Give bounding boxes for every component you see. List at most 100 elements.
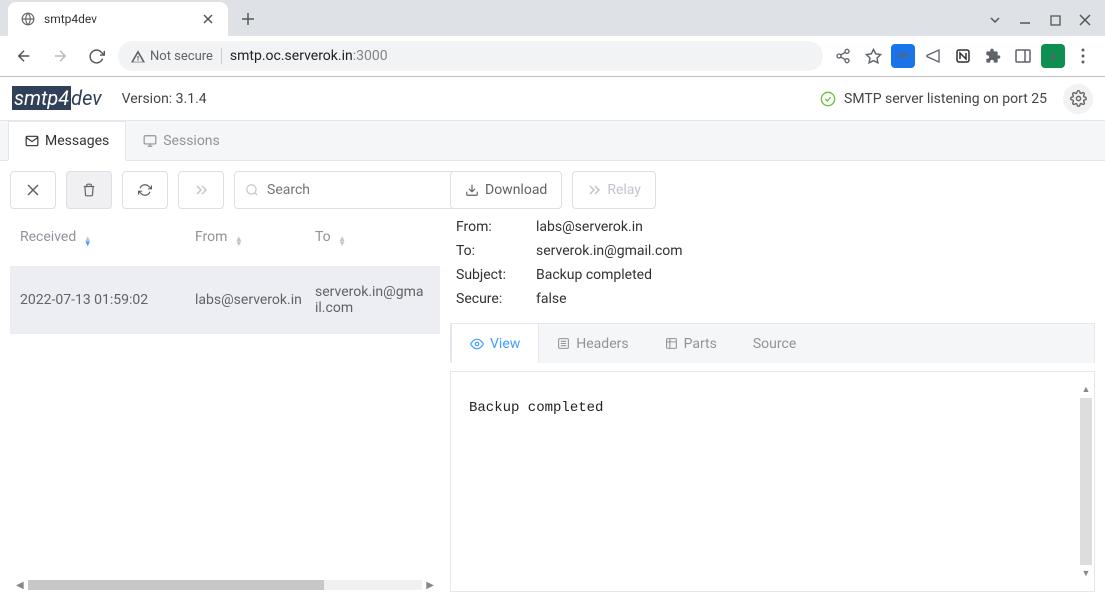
address-bar[interactable]: Not secure smtp.oc.serverok.in:3000 [118,41,823,71]
vertical-scrollbar[interactable]: ▲ ▼ [1080,384,1092,579]
relay-icon [587,184,601,196]
cell-from: labs@serverok.in [195,292,315,308]
window-controls [983,8,1097,32]
tab-sessions-label: Sessions [163,133,220,149]
download-button[interactable]: Download [450,171,562,209]
column-to[interactable]: To ▲▼ [315,229,430,246]
scroll-up-icon[interactable]: ▲ [1082,384,1091,395]
sort-icon: ▲▼ [235,236,243,246]
view-tab-view[interactable]: View [451,323,539,363]
column-from[interactable]: From ▲▼ [195,229,315,246]
main-content: Received ▲▼ From ▲▼ To ▲▼ 2022-07-13 01:… [0,161,1105,602]
new-tab-button[interactable] [234,5,262,33]
share-icon[interactable] [831,44,855,68]
cell-received: 2022-07-13 01:59:02 [20,292,195,308]
message-meta: From: labs@serverok.in To: serverok.in@g… [450,217,1095,309]
not-secure-indicator[interactable]: Not secure [130,49,213,64]
checkmark-icon [820,91,836,107]
maximize-icon[interactable] [1043,8,1067,32]
sidepanel-icon[interactable] [1011,44,1035,68]
to-value: serverok.in@gmail.com [536,243,1089,259]
extension-megaphone-icon[interactable] [921,44,945,68]
cell-to: serverok.in@gmail.com [315,284,430,316]
view-tabs: View Headers Parts Source [450,323,1095,363]
table-row[interactable]: 2022-07-13 01:59:02 labs@serverok.in ser… [10,266,440,334]
kebab-menu-icon[interactable] [1071,44,1095,68]
scroll-right-icon[interactable]: ▶ [426,580,434,591]
subject-label: Subject: [456,267,528,283]
clear-button[interactable] [10,171,56,209]
url-text: smtp.oc.serverok.in:3000 [230,48,388,64]
list-toolbar [10,171,440,209]
sort-icon: ▲▼ [84,236,92,246]
from-label: From: [456,219,528,235]
tab-sessions[interactable]: Sessions [126,121,237,160]
app-logo: smtp4dev [12,86,102,111]
view-tab-source[interactable]: Source [735,324,814,363]
tab-messages[interactable]: Messages [8,121,126,161]
tab-strip: smtp4dev [0,0,1105,36]
divider [221,48,222,64]
message-detail-pane: Download Relay From: labs@serverok.in To… [450,171,1095,592]
settings-button[interactable] [1063,84,1093,114]
relay-button[interactable]: Relay [572,171,656,209]
app-header: smtp4dev Version: 3.1.4 SMTP server list… [0,77,1105,121]
monitor-icon [143,134,157,148]
scroll-thumb[interactable] [28,580,324,590]
secure-label: Secure: [456,291,528,307]
refresh-button[interactable] [122,171,168,209]
view-tab-parts[interactable]: Parts [647,324,735,363]
scroll-down-icon[interactable]: ▼ [1082,568,1091,579]
browser-chrome: smtp4dev Not secure smtp.oc.serverok.i [0,0,1105,77]
app-tabs: Messages Sessions [0,121,1105,161]
extension-notion-icon[interactable] [951,44,975,68]
to-label: To: [456,243,528,259]
tab-messages-label: Messages [45,133,109,149]
version-label: Version: 3.1.4 [122,91,207,107]
browser-tab[interactable]: smtp4dev [8,2,228,36]
subject-value: Backup completed [536,267,1089,283]
detail-toolbar: Download Relay [450,171,1095,209]
scroll-left-icon[interactable]: ◀ [16,580,24,591]
table-header: Received ▲▼ From ▲▼ To ▲▼ [10,217,440,258]
globe-icon [20,11,36,27]
scroll-track[interactable] [1080,398,1092,565]
parts-icon [665,337,678,350]
message-body: Backup completed ▲ ▼ [450,371,1095,592]
close-icon[interactable] [1073,8,1097,32]
horizontal-scrollbar[interactable]: ◀ ▶ [10,578,440,592]
view-tab-headers[interactable]: Headers [539,324,646,363]
delete-button[interactable] [66,171,112,209]
toolbar-right: on s [831,44,1095,68]
tab-close-icon[interactable] [200,11,216,27]
scroll-track[interactable] [28,580,423,590]
bookmark-icon[interactable] [861,44,885,68]
search-field[interactable] [267,182,445,198]
mail-icon [25,134,39,148]
download-icon [465,183,479,197]
reload-button[interactable] [82,42,110,70]
secure-value: false [536,291,1089,307]
eye-icon [470,337,484,351]
browser-toolbar: Not secure smtp.oc.serverok.in:3000 on s [0,36,1105,76]
extensions-icon[interactable] [981,44,1005,68]
list-icon [557,337,570,350]
relay-list-button[interactable] [178,171,224,209]
download-label: Download [485,182,547,198]
search-input[interactable] [234,171,456,209]
server-status: SMTP server listening on port 25 [820,84,1093,114]
forward-button[interactable] [46,42,74,70]
minimize-icon[interactable] [1013,8,1037,32]
back-button[interactable] [10,42,38,70]
sort-icon: ▲▼ [338,236,346,246]
from-value: labs@serverok.in [536,219,1089,235]
tab-title: smtp4dev [44,12,192,26]
relay-label: Relay [607,182,641,198]
body-text: Backup completed [451,372,1094,444]
column-received[interactable]: Received ▲▼ [20,229,195,246]
extension-on[interactable]: on [891,44,915,68]
extension-green[interactable]: s [1041,44,1065,68]
dropdown-icon[interactable] [983,8,1007,32]
status-text: SMTP server listening on port 25 [844,91,1047,107]
message-list-pane: Received ▲▼ From ▲▼ To ▲▼ 2022-07-13 01:… [10,171,440,592]
